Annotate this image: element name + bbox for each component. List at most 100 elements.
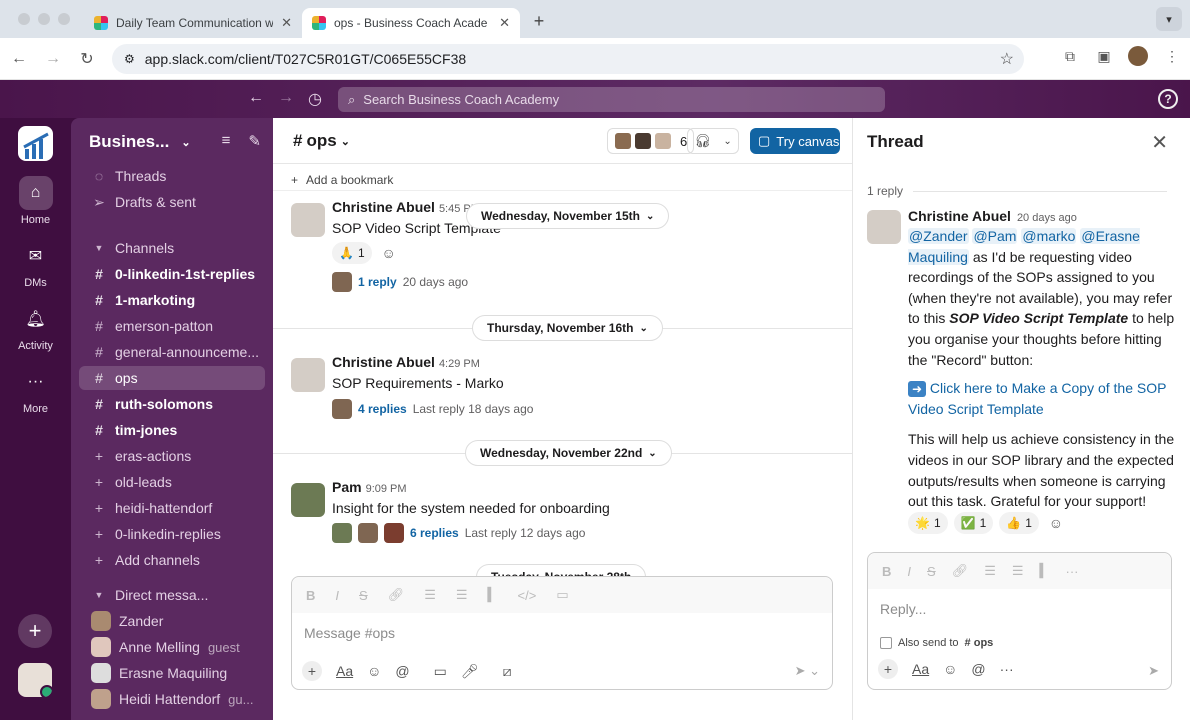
code-icon[interactable]: </>	[518, 588, 537, 603]
compose-icon[interactable]: ✎	[248, 132, 261, 150]
also-send-checkbox[interactable]	[880, 637, 892, 649]
rail-home[interactable]: ⌂ Home	[0, 176, 71, 226]
timestamp[interactable]: 9:09 PM	[366, 483, 407, 495]
user-avatar[interactable]	[18, 663, 52, 697]
thread-summary[interactable]: 4 replies Last reply 18 days ago	[332, 399, 533, 419]
reaction-pill[interactable]: ✅ 1	[953, 512, 994, 534]
window-controls[interactable]	[0, 13, 84, 25]
microphone-icon[interactable]: 🎤︎	[461, 663, 479, 680]
timestamp[interactable]: 20 days ago	[1017, 212, 1077, 224]
mention[interactable]: @Zander	[908, 228, 969, 244]
browser-menu-icon[interactable]: ⋮	[1162, 46, 1182, 66]
add-reaction-icon[interactable]: ☺	[378, 242, 400, 264]
sidebar-channel-selected[interactable]: # ops	[79, 366, 265, 390]
template-link[interactable]: Click here to Make a Copy of the SOP Vid…	[908, 380, 1166, 417]
sidebar-channel[interactable]: #1-markoting	[79, 288, 265, 312]
back-icon[interactable]: ←	[4, 44, 34, 74]
message[interactable]: Pam 9:09 PM Insight for the system needed…	[291, 479, 841, 544]
attach-plus-icon[interactable]: +	[302, 661, 322, 681]
author-name[interactable]: Christine Abuel	[332, 354, 435, 370]
author-name[interactable]: Christine Abuel	[908, 208, 1011, 224]
date-divider-pill[interactable]: Thursday, November 16th ⌄	[472, 315, 663, 341]
bullet-list-icon[interactable]: ☰	[1012, 563, 1024, 579]
sidebar-channel[interactable]: # tim-jones	[79, 418, 265, 442]
add-channels-button[interactable]: + Add channels	[79, 548, 265, 572]
sidebar-dm[interactable]: Anne Melling guest	[79, 635, 265, 659]
italic-icon[interactable]: I	[907, 564, 911, 579]
extensions-icon[interactable]: ⧉	[1060, 46, 1080, 66]
link-icon[interactable]: 🔗︎	[952, 563, 969, 579]
search-bar[interactable]: ⌕ Search Business Coach Academy	[338, 87, 885, 112]
try-canvas-button[interactable]: ▢ Try canvas	[750, 128, 840, 154]
date-divider-pill[interactable]: Wednesday, November 22nd ⌄	[465, 440, 672, 466]
close-tab-icon[interactable]: ✕	[499, 15, 510, 31]
sidebar-dm[interactable]: Erasne Maquiling	[79, 661, 265, 685]
author-name[interactable]: Pam	[332, 479, 362, 495]
sidebar-dm[interactable]: Zander	[79, 609, 265, 633]
reply-count[interactable]: 6 replies	[410, 526, 459, 540]
sidebar-channel[interactable]: +0-linkedin-replies	[79, 522, 265, 546]
mention[interactable]: @Pam	[972, 228, 1018, 244]
create-new-button[interactable]: +	[18, 614, 52, 648]
reload-icon[interactable]: ↻	[72, 44, 102, 74]
thread-summary[interactable]: 6 replies Last reply 12 days ago	[332, 523, 585, 543]
bullet-list-icon[interactable]: ☰	[456, 587, 468, 603]
more-icon[interactable]: ···	[1000, 661, 1014, 677]
huddle-button[interactable]: 🎧︎ ⌄	[687, 128, 739, 154]
date-divider-pill[interactable]: Wednesday, November 15th ⌄	[466, 203, 670, 229]
link-icon[interactable]: 🔗︎	[388, 587, 405, 603]
rail-activity[interactable]: 🔔︎ Activity	[0, 302, 71, 352]
mention-icon[interactable]: @	[971, 661, 985, 677]
blockquote-icon[interactable]: ▍	[488, 587, 498, 603]
blockquote-icon[interactable]: ▍	[1040, 563, 1050, 579]
channel-title-button[interactable]: # ops ⌄	[293, 131, 350, 151]
reply-input[interactable]: Reply...	[868, 589, 1171, 629]
site-info-icon[interactable]: ⚙	[124, 52, 135, 66]
code-block-icon[interactable]: ▭	[556, 587, 568, 603]
side-panel-icon[interactable]: ▣	[1094, 46, 1114, 66]
ordered-list-icon[interactable]: ☰	[984, 563, 996, 579]
channels-section-header[interactable]: ▼ Channels	[79, 236, 265, 260]
address-bar[interactable]: ⚙ app.slack.com/client/T027C5R01GT/C065E…	[112, 44, 1024, 74]
attach-plus-icon[interactable]: +	[878, 659, 898, 679]
avatar[interactable]	[291, 483, 325, 517]
avatar[interactable]	[867, 210, 901, 244]
avatar[interactable]	[291, 203, 325, 237]
browser-tab[interactable]: Daily Team Communication w ✕	[84, 8, 302, 38]
sidebar-channel[interactable]: + eras-actions	[79, 444, 265, 468]
message-input[interactable]: Message #ops	[292, 613, 832, 653]
close-tab-icon[interactable]: ✕	[281, 15, 292, 31]
profile-avatar[interactable]	[1128, 46, 1148, 66]
filter-icon[interactable]: ≡	[222, 132, 231, 150]
forward-icon[interactable]: →	[38, 44, 68, 74]
sidebar-channel[interactable]: + heidi-hattendorf	[79, 496, 265, 520]
message[interactable]: Christine Abuel 4:29 PM SOP Requirements …	[291, 354, 841, 419]
sidebar-channel[interactable]: #0-linkedin-1st-replies	[79, 262, 265, 286]
reaction-pill[interactable]: 🌟 1	[908, 512, 948, 534]
sidebar-item-drafts[interactable]: ➢ Drafts & sent	[79, 190, 265, 214]
dm-section-header[interactable]: ▼ Direct messa...	[79, 583, 265, 607]
reaction-pill[interactable]: 👍 1	[999, 512, 1039, 534]
bookmark-star-icon[interactable]: ☆	[1000, 49, 1014, 69]
strike-icon[interactable]: S	[359, 588, 368, 603]
emoji-icon[interactable]: ☺	[367, 663, 381, 679]
back-arrow-icon[interactable]: ←	[248, 89, 264, 109]
mention[interactable]: @marko	[1021, 228, 1077, 244]
avatar[interactable]	[291, 358, 325, 392]
emoji-icon[interactable]: ☺	[943, 661, 957, 677]
new-tab-button[interactable]: +	[526, 8, 552, 34]
members-button[interactable]: 6	[607, 128, 695, 154]
video-icon[interactable]: ▭	[434, 663, 447, 680]
sidebar-channel[interactable]: # ruth-solomons	[79, 392, 265, 416]
sidebar-channel[interactable]: # general-announceme...	[79, 340, 265, 364]
bold-icon[interactable]: B	[882, 564, 891, 579]
add-reaction-icon[interactable]: ☺	[1045, 512, 1067, 534]
reaction-pill[interactable]: 🙏 1	[332, 242, 372, 264]
mention-icon[interactable]: @	[395, 663, 409, 679]
sidebar-dm[interactable]: Heidi Hattendorf gu...	[79, 687, 265, 711]
shortcuts-icon[interactable]: ⧄	[503, 663, 512, 680]
sidebar-channel[interactable]: # emerson-patton	[79, 314, 265, 338]
author-name[interactable]: Christine Abuel	[332, 199, 435, 215]
browser-tab-active[interactable]: ops - Business Coach Acade ✕	[302, 8, 520, 38]
strike-icon[interactable]: S	[927, 564, 936, 579]
